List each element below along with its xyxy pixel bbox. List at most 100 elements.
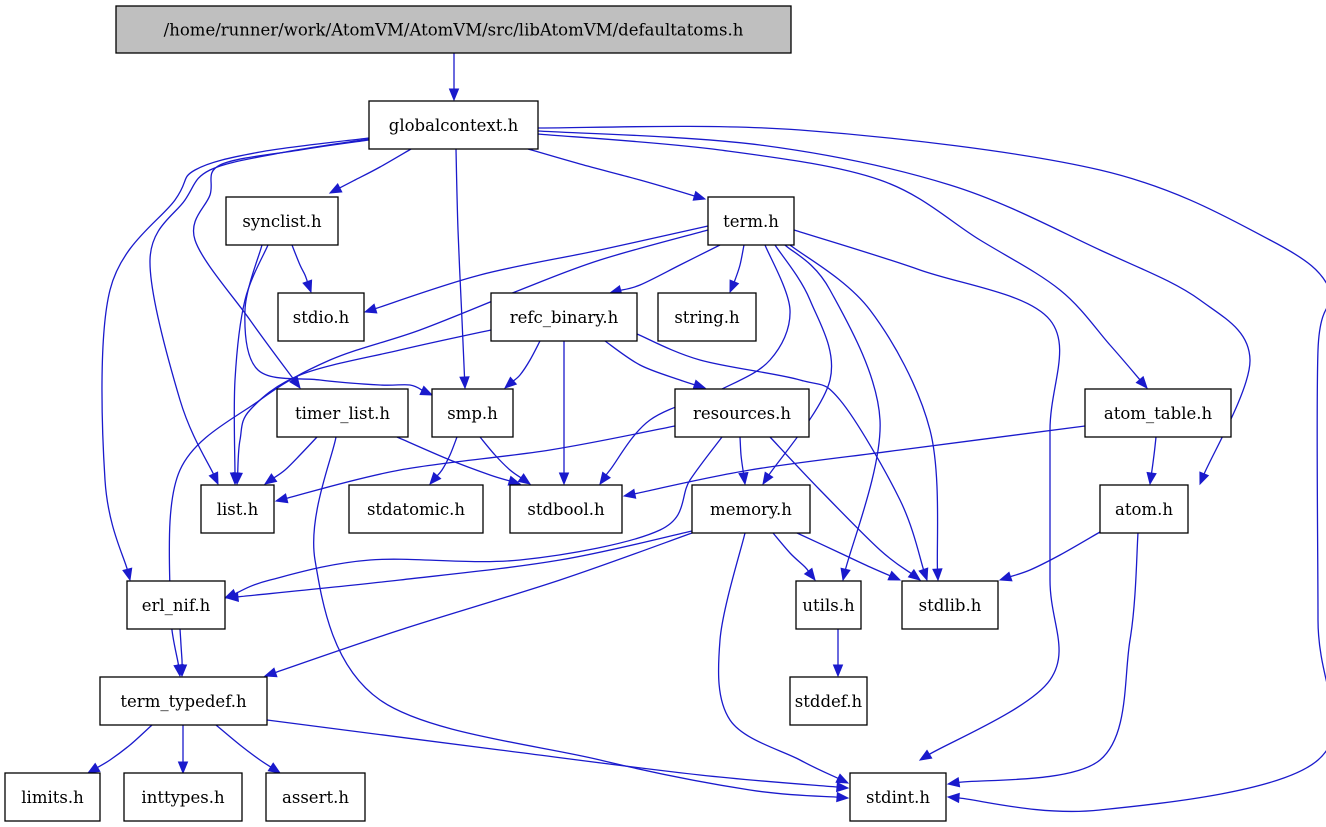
arrowhead-icon bbox=[946, 776, 961, 788]
edge-line bbox=[215, 724, 273, 769]
edge-synclist-to-list bbox=[229, 244, 269, 486]
node-timer-list[interactable]: timer_list.h bbox=[276, 388, 409, 438]
node-label: resources.h bbox=[693, 404, 791, 423]
node-utils[interactable]: utils.h bbox=[795, 580, 862, 630]
include-dependency-graph: /home/runner/work/AtomVM/AtomVM/src/libA… bbox=[4, 5, 1326, 822]
arrowhead-icon bbox=[1199, 471, 1210, 486]
arrowhead-icon bbox=[907, 568, 922, 581]
arrowhead-icon bbox=[1146, 471, 1157, 486]
arrowhead-icon bbox=[517, 473, 532, 485]
edge-timer_list-to-list bbox=[263, 436, 318, 485]
arrowhead-icon bbox=[448, 88, 460, 102]
edge-globalcontext-to-synclist bbox=[328, 148, 412, 194]
node-label: stdint.h bbox=[866, 788, 930, 807]
edge-line bbox=[772, 532, 811, 574]
node-synclist[interactable]: synclist.h bbox=[225, 196, 339, 246]
edge-globalcontext-to-stdint bbox=[537, 125, 1326, 813]
node-stdio[interactable]: stdio.h bbox=[277, 292, 365, 342]
edge-term_typedef-to-inttypes bbox=[177, 725, 189, 775]
arrowhead-icon bbox=[86, 762, 101, 774]
node-erl-nif[interactable]: erl_nif.h bbox=[126, 580, 226, 630]
node-list[interactable]: list.h bbox=[200, 484, 275, 534]
node-label: stdatomic.h bbox=[367, 500, 465, 519]
arrowhead-icon bbox=[267, 762, 282, 774]
edge-globalcontext-to-smp bbox=[455, 148, 470, 390]
node-label: atom_table.h bbox=[1104, 404, 1213, 423]
arrowhead-icon bbox=[263, 667, 278, 678]
edge-line bbox=[1150, 436, 1157, 476]
arrowhead-icon bbox=[762, 471, 774, 486]
edge-term-to-stdbool bbox=[599, 244, 791, 486]
node-label: globalcontext.h bbox=[389, 116, 519, 135]
node-label: limits.h bbox=[21, 788, 84, 807]
node-label: /home/runner/work/AtomVM/AtomVM/src/libA… bbox=[164, 21, 744, 40]
node-label: list.h bbox=[217, 500, 259, 519]
node-label: smp.h bbox=[447, 404, 498, 423]
edge-line bbox=[618, 244, 721, 292]
node-limits[interactable]: limits.h bbox=[4, 772, 101, 822]
edge-smp-to-stdbool bbox=[479, 436, 532, 485]
node-label: synclist.h bbox=[242, 212, 322, 231]
node-stdlib[interactable]: stdlib.h bbox=[901, 580, 999, 630]
node-refc-binary[interactable]: refc_binary.h bbox=[490, 292, 638, 342]
edge-term-to-memory bbox=[762, 244, 833, 486]
arrowhead-icon bbox=[918, 749, 933, 761]
edge-line bbox=[511, 340, 541, 383]
arrowhead-icon bbox=[835, 773, 850, 784]
node-resources[interactable]: resources.h bbox=[674, 388, 810, 438]
edge-defaultatoms-to-globalcontext bbox=[448, 52, 460, 102]
arrowhead-icon bbox=[932, 568, 943, 582]
node-atom[interactable]: atom.h bbox=[1099, 484, 1189, 534]
node-stdatomic[interactable]: stdatomic.h bbox=[348, 484, 484, 534]
edge-resources-to-memory bbox=[738, 436, 749, 486]
edge-memory-to-utils bbox=[772, 532, 816, 582]
node-term[interactable]: term.h bbox=[707, 196, 795, 246]
edge-line bbox=[767, 244, 833, 477]
arrowhead-icon bbox=[328, 183, 343, 194]
arrowhead-icon bbox=[459, 376, 470, 390]
node-string[interactable]: string.h bbox=[657, 292, 757, 342]
arrowhead-icon bbox=[274, 493, 289, 504]
arrowhead-icon bbox=[692, 190, 707, 201]
arrowhead-icon bbox=[998, 571, 1013, 582]
arrowhead-icon bbox=[419, 385, 434, 396]
edge-utils-to-stddef bbox=[832, 629, 844, 678]
node-label: refc_binary.h bbox=[510, 308, 619, 327]
edge-term_typedef-to-limits bbox=[86, 724, 153, 774]
node-label: stdio.h bbox=[293, 308, 350, 327]
node-globalcontext[interactable]: globalcontext.h bbox=[368, 100, 539, 150]
edge-line bbox=[732, 244, 745, 284]
node-stdbool[interactable]: stdbool.h bbox=[509, 484, 623, 534]
node-smp[interactable]: smp.h bbox=[431, 388, 514, 438]
edge-line bbox=[455, 148, 466, 380]
node-term-typedef[interactable]: term_typedef.h bbox=[99, 676, 268, 726]
arrowhead-icon bbox=[803, 567, 816, 582]
edge-line bbox=[739, 436, 745, 476]
edge-line bbox=[537, 133, 1142, 382]
node-label: term_typedef.h bbox=[120, 692, 247, 711]
edge-memory-to-erl_nif bbox=[225, 530, 693, 602]
node-label: stddef.h bbox=[795, 692, 863, 711]
node-atom-table[interactable]: atom_table.h bbox=[1084, 388, 1232, 438]
node-stddef[interactable]: stddef.h bbox=[789, 676, 868, 726]
edge-line bbox=[789, 244, 939, 572]
arrowhead-icon bbox=[738, 471, 749, 486]
edge-line bbox=[337, 148, 412, 190]
arrowhead-icon bbox=[918, 567, 929, 582]
edge-globalcontext-to-timer_list bbox=[192, 139, 370, 390]
nodes-layer: /home/runner/work/AtomVM/AtomVM/src/libA… bbox=[4, 5, 1232, 822]
node-stdint[interactable]: stdint.h bbox=[849, 772, 947, 822]
node-inttypes[interactable]: inttypes.h bbox=[123, 772, 243, 822]
edge-refc_binary-to-stdbool bbox=[558, 340, 570, 486]
node-memory[interactable]: memory.h bbox=[691, 484, 811, 534]
edge-term-to-stdlib bbox=[789, 244, 943, 582]
node-label: utils.h bbox=[802, 596, 855, 615]
node-label: inttypes.h bbox=[141, 788, 225, 807]
edge-refc_binary-to-smp bbox=[503, 340, 541, 389]
arrowhead-icon bbox=[599, 471, 611, 486]
node-label: string.h bbox=[674, 308, 740, 327]
edge-line bbox=[291, 244, 309, 284]
node-assert[interactable]: assert.h bbox=[265, 772, 366, 822]
edge-line bbox=[527, 148, 697, 198]
edge-erl_nif-to-term_typedef bbox=[176, 628, 188, 678]
